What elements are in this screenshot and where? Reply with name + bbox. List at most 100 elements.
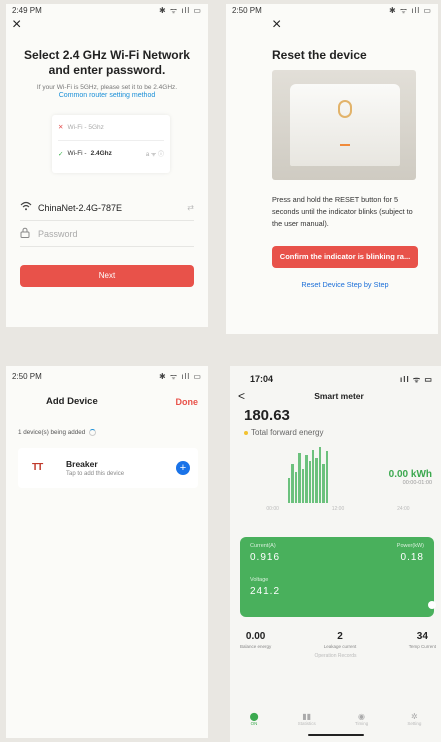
energy-bar xyxy=(298,452,301,503)
status-bar: 2:49 PM ✱ ᯤ ıll ▭ xyxy=(6,4,208,16)
header: < Smart meter xyxy=(230,389,441,403)
status-time: 2:49 PM xyxy=(12,5,42,15)
energy-bars xyxy=(288,447,329,503)
energy-bar xyxy=(301,469,305,503)
add-device-button[interactable]: + xyxy=(176,461,190,475)
status-time: 2:50 PM xyxy=(232,5,262,15)
axis-tick: 12:00 xyxy=(331,506,345,512)
temp-value: 34 xyxy=(416,631,428,642)
energy-bar xyxy=(294,472,298,503)
router-setting-link[interactable]: Common router setting method xyxy=(6,92,208,99)
page-title: Add Device xyxy=(46,396,98,407)
power-value: 0.18 xyxy=(400,552,424,563)
status-icons: ✱ ᯤ ıll ▭ xyxy=(158,5,202,15)
stats-row: 0.00 Balance energy 2 Leakage current 34… xyxy=(240,631,436,649)
wifi-setup-screen: 2:49 PM ✱ ᯤ ıll ▭ × Select 2.4 GHz Wi-Fi… xyxy=(6,4,208,327)
wifi-24ghz-row: ✓ Wi-Fi - 2.4Ghz a ᯤ ⓘ xyxy=(58,140,164,158)
close-icon[interactable]: × xyxy=(6,16,208,34)
energy-bar xyxy=(311,449,315,503)
energy-label: Total forward energy xyxy=(251,428,324,437)
device-photo xyxy=(272,70,416,180)
tab-setting[interactable]: ✲ Setting xyxy=(407,712,421,726)
energy-bar xyxy=(322,463,325,503)
tab-on[interactable]: ⬤ ON xyxy=(250,712,259,726)
wifi-24ghz-prefix: Wi-Fi - xyxy=(67,150,87,157)
reset-instruction: Press and hold the RESET button for 5 se… xyxy=(272,195,413,228)
energy-label-row: Total forward energy xyxy=(244,428,441,437)
ssid-field[interactable]: ChinaNet-2.4G-787E ⇄ xyxy=(20,195,194,221)
current-value: 0.916 xyxy=(250,552,281,563)
status-bar: 2:50 PM ✱ ᯤ ıll ▭ xyxy=(226,4,438,16)
page-title: Reset the device xyxy=(272,48,367,62)
wifi-row-icons: a ᯤ ⓘ xyxy=(145,152,164,158)
kwh-time: 00:00-01:00 xyxy=(402,480,432,486)
readings-row: Current(A) 0.916 Power(kW) 0.18 xyxy=(250,543,424,563)
power-reading: Power(kW) 0.18 xyxy=(397,543,424,563)
header: Add Device Done xyxy=(6,396,208,407)
smart-meter-screen: 17:04 ıll ᯤ ▭ < Smart meter 180.63 Total… xyxy=(230,366,441,742)
indicator-light xyxy=(340,144,350,146)
tab-label: Timing xyxy=(354,721,369,726)
add-device-screen: 2:50 PM ✱ ᯤ ıll ▭ Add Device Done 1 devi… xyxy=(6,366,208,738)
tab-label: ON xyxy=(250,721,258,726)
energy-bar xyxy=(291,463,294,503)
back-icon[interactable]: < xyxy=(238,389,245,403)
voltage-value: 241.2 xyxy=(250,586,281,597)
password-placeholder: Password xyxy=(38,228,78,239)
energy-bar xyxy=(288,477,291,503)
energy-chart[interactable]: 00:00 12:00 24:00 0.00 kWh 00:00-01:00 xyxy=(240,445,436,525)
voltage-reading: Voltage 241.2 xyxy=(250,577,424,597)
energy-bar xyxy=(318,447,322,503)
reset-steps-link[interactable]: Reset Device Step by Step xyxy=(272,280,418,289)
status-time: 2:50 PM xyxy=(12,371,42,381)
tab-label: Setting xyxy=(407,721,422,726)
confirm-blinking-button[interactable]: Confirm the indicator is blinking ra... xyxy=(272,246,418,268)
device-info: Breaker Tap to add this device xyxy=(66,459,124,477)
voltage-label: Voltage xyxy=(250,577,269,583)
router-image xyxy=(290,84,400,166)
lock-icon xyxy=(20,227,38,241)
next-button[interactable]: Next xyxy=(20,265,194,287)
energy-bar xyxy=(308,461,311,503)
close-icon[interactable]: × xyxy=(266,16,438,34)
device-card-breaker[interactable]: TT Breaker Tap to add this device + xyxy=(18,448,198,488)
wifi-band-illustration: ✕ Wi-Fi - 5Ghz ✓ Wi-Fi - 2.4Ghz a ᯤ ⓘ xyxy=(52,115,170,173)
kwh-value: 0.00 kWh xyxy=(388,469,432,480)
energy-bar xyxy=(315,458,318,503)
tab-statistics[interactable]: ▮▮ Statistics xyxy=(298,712,316,726)
energy-bar xyxy=(325,451,329,503)
check-icon: ✓ xyxy=(58,150,64,158)
leakage-label: Leakage current xyxy=(323,644,357,649)
adding-count: 1 device(s) being added xyxy=(18,429,86,436)
operation-records-link[interactable]: Operation Records xyxy=(230,653,441,659)
password-field[interactable]: Password xyxy=(20,221,194,247)
chart-icon: ▮▮ xyxy=(302,712,312,721)
status-time: 17:04 xyxy=(250,374,274,384)
reset-device-screen: 2:50 PM ✱ ᯤ ıll ▭ × Reset the device Pre… xyxy=(226,4,438,334)
current-label: Current(A) xyxy=(250,543,276,549)
balance-value: 0.00 xyxy=(245,631,266,642)
toggle-icon: ⬤ xyxy=(249,712,259,721)
switch-network-icon[interactable]: ⇄ xyxy=(187,203,194,212)
bottom-tabs: ⬤ ON ▮▮ Statistics ◉ Timing ✲ Setting xyxy=(230,712,441,726)
home-indicator xyxy=(308,734,364,736)
status-bar: 2:50 PM ✱ ᯤ ıll ▭ xyxy=(6,370,208,382)
balance-label: Balance energy xyxy=(240,644,272,649)
axis-tick: 00:00 xyxy=(266,506,279,512)
status-bar: 17:04 ıll ᯤ ▭ xyxy=(230,366,441,385)
temp-label: Temp Current xyxy=(408,644,436,649)
wifi-hint: If your Wi-Fi is 5GHz, please set it to … xyxy=(36,84,178,91)
tab-timing[interactable]: ◉ Timing xyxy=(355,712,368,726)
status-icons: ıll ᯤ ▭ xyxy=(400,375,433,384)
device-logo-icon xyxy=(338,100,352,118)
current-reading: Current(A) 0.916 xyxy=(250,543,280,563)
leakage-stat: 2 Leakage current xyxy=(324,631,357,649)
brand-logo-icon: TT xyxy=(32,462,43,473)
leakage-value: 2 xyxy=(337,631,343,642)
done-button[interactable]: Done xyxy=(176,397,199,407)
status-icons: ✱ ᯤ ıll ▭ xyxy=(388,5,432,15)
wifi-24ghz-band: 2.4Ghz xyxy=(90,150,112,157)
clock-icon: ◉ xyxy=(358,712,366,721)
card-toggle-icon[interactable] xyxy=(428,601,436,609)
device-name: Breaker xyxy=(66,459,98,469)
